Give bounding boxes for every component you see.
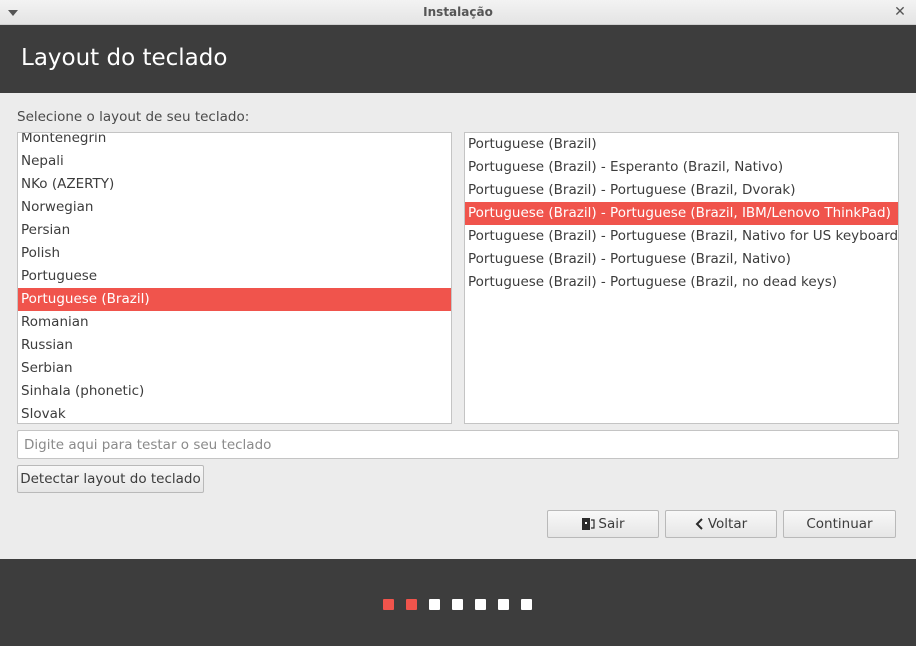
layout-list[interactable]: Montenegrin Nepali NKo (AZERTY) Norwegian Pe… [17,132,452,424]
list-item[interactable]: Norwegian [18,196,451,219]
page-header: Layout do teclado [0,25,916,93]
exit-door-icon [582,518,596,530]
list-item[interactable]: Serbian [18,357,451,380]
layout-prompt: Selecione o layout de seu teclado: [17,109,250,125]
step-indicator [383,599,394,610]
list-item[interactable]: Portuguese [18,265,451,288]
list-item[interactable]: Portuguese (Brazil) - Esperanto (Brazil,… [465,156,898,179]
quit-label: Sair [598,516,625,532]
back-button[interactable]: Voltar [665,510,777,538]
window-title: Instalação [423,5,493,19]
list-item[interactable]: Portuguese (Brazil) [465,133,898,156]
step-indicator [452,599,463,610]
back-label: Voltar [707,516,748,532]
list-item[interactable]: Portuguese (Brazil) - Portuguese (Brazil… [465,225,898,248]
keyboard-test-input[interactable] [17,430,899,459]
title-bar: Instalação ✕ [0,0,916,25]
detect-layout-label: Detectar layout do teclado [20,471,201,487]
continue-button[interactable]: Continuar [783,510,896,538]
list-item[interactable]: Sinhala (phonetic) [18,380,451,403]
variant-list[interactable]: Portuguese (Brazil) Portuguese (Brazil) -… [464,132,899,424]
list-item[interactable]: Romanian [18,311,451,334]
close-icon[interactable]: ✕ [893,5,907,19]
quit-button[interactable]: Sair [547,510,659,538]
list-item[interactable]: Portuguese (Brazil) - Portuguese (Brazil… [465,248,898,271]
list-item[interactable]: Slovak [18,403,451,423]
step-indicator [521,599,532,610]
step-indicator [429,599,440,610]
step-indicator [498,599,509,610]
detect-layout-button[interactable]: Detectar layout do teclado [17,465,204,493]
list-item[interactable]: Nepali [18,150,451,173]
chevron-left-icon [695,518,703,530]
step-indicator [475,599,486,610]
list-item[interactable]: Russian [18,334,451,357]
list-item[interactable]: Portuguese (Brazil) - Portuguese (Brazil… [465,179,898,202]
continue-label: Continuar [806,516,873,532]
list-item[interactable]: Portuguese (Brazil) - Portuguese (Brazil… [465,202,898,225]
list-item[interactable]: Portuguese (Brazil) [18,288,451,311]
list-item[interactable]: Portuguese (Brazil) - Portuguese (Brazil… [465,271,898,294]
list-item[interactable]: Persian [18,219,451,242]
list-item[interactable]: NKo (AZERTY) [18,173,451,196]
list-item[interactable]: Montenegrin [18,133,451,150]
page-title: Layout do teclado [21,45,228,71]
list-item[interactable]: Polish [18,242,451,265]
step-indicator [406,599,417,610]
